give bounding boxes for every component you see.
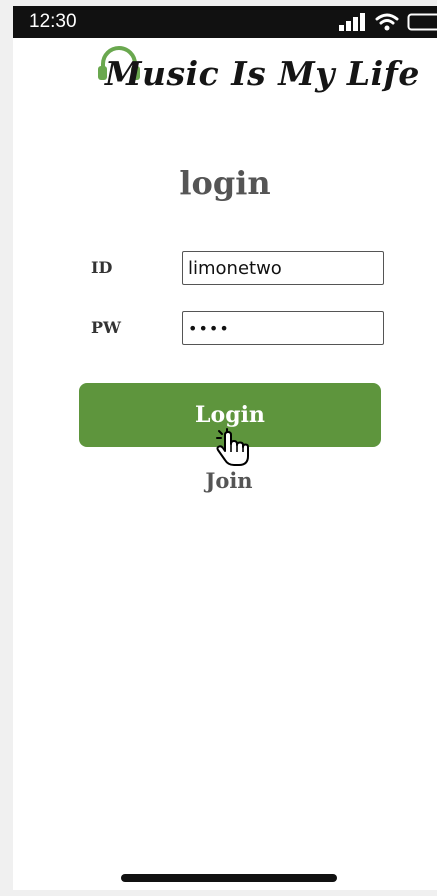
app-logo: Music Is My Life [97,44,419,104]
page-title: login [179,164,271,202]
home-indicator[interactable] [121,874,337,882]
status-bar: 12:30 [13,6,437,38]
hand-pointer-icon [216,428,249,466]
status-time: 12:30 [29,11,77,32]
signal-icon [339,13,365,31]
id-input-value: limonetwo [188,257,282,279]
id-input[interactable]: limonetwo [182,251,384,285]
logo-text: Music Is My Life [105,54,420,93]
battery-icon [407,13,437,31]
password-input[interactable]: •••• [182,311,384,345]
password-input-value: •••• [188,318,230,338]
status-icons [339,13,437,31]
phone-screen: 12:30 Music Is My Life login ID limonetw… [13,6,437,890]
id-label: ID [91,258,113,277]
wifi-icon [375,13,399,31]
join-link[interactable]: Join [13,468,437,493]
pw-label: PW [91,318,121,337]
